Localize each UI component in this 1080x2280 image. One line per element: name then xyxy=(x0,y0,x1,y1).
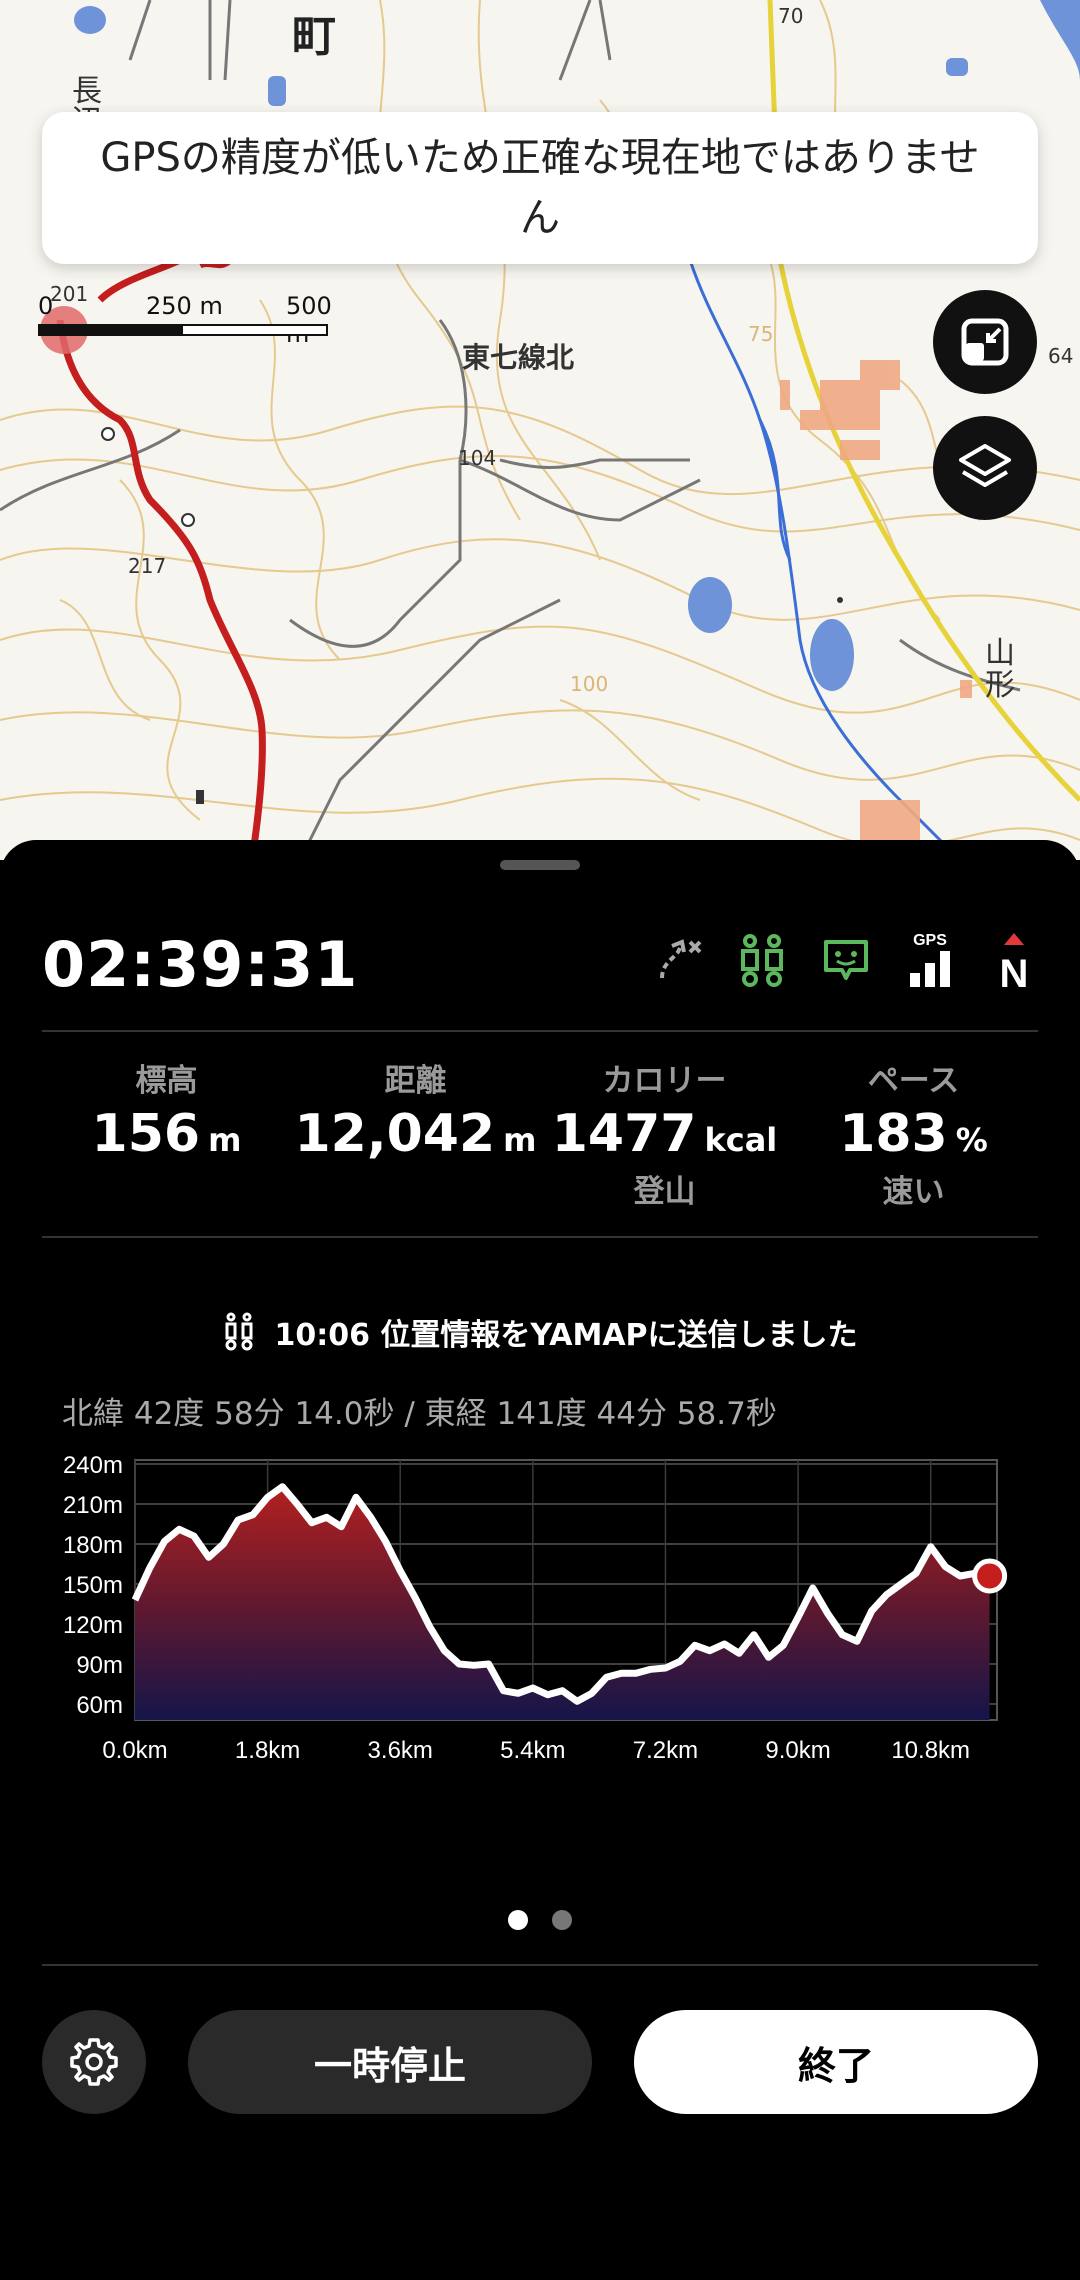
stat-value: 12,042 m xyxy=(294,1104,537,1164)
gear-icon xyxy=(70,2038,118,2086)
location-sent-message: 10:06 位置情報をYAMAPに送信しました xyxy=(0,1310,1080,1354)
stat-value: 1477 kcal xyxy=(551,1104,778,1164)
fit-to-screen-icon xyxy=(961,318,1009,366)
y-tick-label: 180m xyxy=(63,1532,123,1559)
pause-button[interactable]: 一時停止 xyxy=(188,2010,592,2114)
map-layers-button[interactable] xyxy=(933,416,1037,520)
divider xyxy=(42,1964,1038,1966)
scale-label-zero: 0 xyxy=(38,292,54,320)
finish-button[interactable]: 終了 xyxy=(634,2010,1038,2114)
stat-sub: 登山 xyxy=(633,1174,696,1210)
map-scale-bar: 0 250 m 500 m xyxy=(38,292,332,348)
map-elevation-64: 64 xyxy=(1048,344,1074,368)
elapsed-time: 02:39:31 xyxy=(42,928,359,1001)
x-tick-label: 1.8km xyxy=(235,1737,300,1764)
fit-to-screen-button[interactable] xyxy=(933,290,1037,394)
stat-calories: カロリー 1477 kcal 登山 xyxy=(540,1055,789,1215)
scale-label-max: 500 m xyxy=(286,292,332,348)
y-tick-label: 60m xyxy=(76,1692,123,1719)
north-compass-icon[interactable]: N xyxy=(986,930,1042,990)
scale-label-mid: 250 m xyxy=(146,292,223,320)
topographic-map[interactable]: 町 長 辺 東七線北 山 形 217 104 201 70 100 75 64 … xyxy=(0,0,1080,860)
stat-label: カロリー xyxy=(602,1063,727,1099)
stat-label: 標高 xyxy=(135,1063,198,1099)
stat-pace: ペース 183% 速い xyxy=(789,1055,1038,1215)
x-tick-label: 10.8km xyxy=(891,1737,970,1764)
sent-message-text: 10:06 位置情報をYAMAPに送信しました xyxy=(274,1318,858,1353)
y-tick-label: 210m xyxy=(63,1492,123,1519)
y-tick-label: 150m xyxy=(63,1572,123,1599)
y-tick-label: 240m xyxy=(63,1452,123,1479)
gps-accuracy-warning: GPSの精度が低いため正確な現在地ではありません xyxy=(42,112,1038,264)
status-icons: GPS N xyxy=(650,930,1042,990)
x-tick-label: 9.0km xyxy=(765,1737,830,1764)
x-tick-label: 0.0km xyxy=(102,1737,167,1764)
svg-text:N: N xyxy=(1000,952,1029,989)
gps-signal-icon: GPS xyxy=(902,930,958,990)
map-elevation-100: 100 xyxy=(570,672,609,696)
route-deviation-icon[interactable] xyxy=(650,930,706,990)
stat-distance: 距離 12,042 m xyxy=(291,1055,540,1215)
stat-value: 156 m xyxy=(91,1104,242,1164)
message-icon[interactable] xyxy=(818,930,874,990)
elevation-area xyxy=(135,1486,990,1720)
current-position-marker xyxy=(972,1558,1008,1594)
stat-value: 183% xyxy=(839,1104,988,1164)
page-dot-1[interactable] xyxy=(508,1910,528,1930)
page-indicator[interactable] xyxy=(0,1910,1080,1930)
x-tick-label: 5.4km xyxy=(500,1737,565,1764)
settings-button[interactable] xyxy=(42,2010,146,2114)
svg-text:GPS: GPS xyxy=(913,932,947,949)
stats-row: 標高 156 m 距離 12,042 m カロリー 1477 kcal 登山 ペース … xyxy=(42,1055,1038,1215)
map-elevation-104: 104 xyxy=(458,446,497,470)
sheet-drag-handle[interactable] xyxy=(500,860,580,870)
x-tick-label: 3.6km xyxy=(368,1737,433,1764)
stat-label: ペース xyxy=(867,1063,960,1099)
map-label-town: 町 xyxy=(292,11,336,62)
layers-icon xyxy=(959,444,1011,487)
tracking-panel: 02:39:31 GPS N 標高 156 m 距離 12,042 m カロリー… xyxy=(0,840,1080,2280)
map-elevation-217: 217 xyxy=(128,554,167,578)
y-tick-label: 90m xyxy=(76,1652,123,1679)
divider xyxy=(42,1030,1038,1032)
map-elevation-75: 75 xyxy=(748,322,774,346)
y-tick-label: 120m xyxy=(63,1612,123,1639)
stat-label: 距離 xyxy=(384,1063,447,1099)
people-share-icon[interactable] xyxy=(734,930,790,990)
x-tick-label: 7.2km xyxy=(633,1737,698,1764)
coordinates: 北緯 42度 58分 14.0秒 / 東経 141度 44分 58.7秒 xyxy=(62,1396,777,1432)
elevation-profile-chart[interactable]: 240m 210m 180m 150m 120m 90m 60m 0.0km 1.8km 3.6k… xyxy=(0,1440,1080,1800)
stat-sub: 速い xyxy=(882,1174,945,1210)
stat-elevation: 標高 156 m xyxy=(42,1055,291,1215)
page-dot-2[interactable] xyxy=(552,1910,572,1930)
map-label-higashi: 東七線北 xyxy=(462,341,575,374)
divider xyxy=(42,1236,1038,1238)
map-label-yamagata-2: 形 xyxy=(985,668,1015,703)
people-share-icon xyxy=(225,1312,253,1351)
map-elevation-70: 70 xyxy=(778,4,804,28)
